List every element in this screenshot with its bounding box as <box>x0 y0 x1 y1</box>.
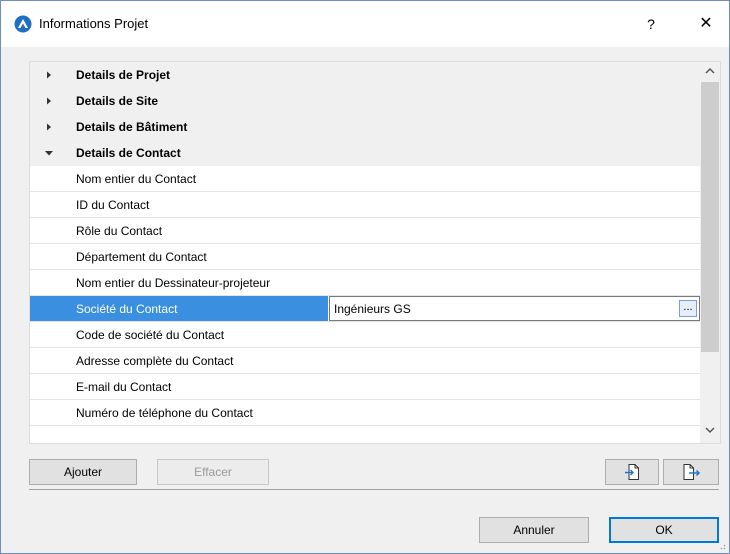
expand-arrow-icon[interactable] <box>44 122 54 132</box>
property-row[interactable]: Rôle du Contact <box>30 218 700 244</box>
scrollbar-thumb[interactable] <box>701 82 719 352</box>
vertical-scrollbar[interactable] <box>700 62 720 443</box>
property-label: Adresse complète du Contact <box>76 354 234 368</box>
resize-grip-icon[interactable] <box>718 542 726 550</box>
property-label: E-mail du Contact <box>76 380 172 394</box>
import-button[interactable] <box>605 459 659 485</box>
property-label: Nom entier du Contact <box>76 172 197 186</box>
expand-arrow-icon[interactable] <box>44 70 54 80</box>
project-info-list: Details de Projet Details de Site Detail… <box>29 61 721 444</box>
property-label: Département du Contact <box>76 250 207 264</box>
archicad-app-icon <box>14 15 32 33</box>
expand-arrow-icon[interactable] <box>44 96 54 106</box>
collapse-arrow-icon[interactable] <box>44 148 54 158</box>
help-button[interactable]: ? <box>637 11 665 37</box>
group-label: Details de Bâtiment <box>76 120 188 134</box>
group-label: Details de Site <box>76 94 159 108</box>
group-row-project[interactable]: Details de Projet <box>30 62 700 88</box>
property-row[interactable]: Département du Contact <box>30 244 700 270</box>
window-title: Informations Projet <box>39 16 149 31</box>
group-row-site[interactable]: Details de Site <box>30 88 700 114</box>
dialog-window: Informations Projet ? ✕ Details de Proje… <box>0 0 730 554</box>
property-row[interactable]: Adresse complète du Contact <box>30 348 700 374</box>
browse-button[interactable]: ... <box>679 300 697 317</box>
property-label: Numéro de téléphone du Contact <box>76 406 253 420</box>
property-label: Code de société du Contact <box>76 328 225 342</box>
property-label: Nom entier du Dessinateur-projeteur <box>76 276 271 290</box>
cancel-button[interactable]: Annuler <box>479 517 589 543</box>
property-row-selected[interactable]: Société du Contact Ingénieurs GS ... <box>30 296 700 322</box>
title-bar: Informations Projet ? ✕ <box>1 1 729 47</box>
group-row-building[interactable]: Details de Bâtiment <box>30 114 700 140</box>
import-file-icon <box>625 464 639 480</box>
separator-line <box>29 489 719 490</box>
property-row[interactable]: ID du Contact <box>30 192 700 218</box>
group-row-contact[interactable]: Details de Contact <box>30 140 700 166</box>
export-button[interactable] <box>663 459 719 485</box>
group-label: Details de Projet <box>76 68 171 82</box>
property-rows: Details de Projet Details de Site Detail… <box>30 62 700 426</box>
property-label: Rôle du Contact <box>76 224 163 238</box>
group-label: Details de Contact <box>76 146 181 160</box>
scroll-down-arrow-icon[interactable] <box>700 423 720 443</box>
ok-button[interactable]: OK <box>609 517 719 543</box>
property-value-field[interactable]: Ingénieurs GS ... <box>329 296 700 321</box>
property-row[interactable]: Nom entier du Contact <box>30 166 700 192</box>
selection-highlight <box>30 296 328 321</box>
property-row[interactable]: E-mail du Contact <box>30 374 700 400</box>
add-button[interactable]: Ajouter <box>29 459 137 485</box>
delete-button[interactable]: Effacer <box>157 459 269 485</box>
property-label: ID du Contact <box>76 198 150 212</box>
property-row[interactable]: Numéro de téléphone du Contact <box>30 400 700 426</box>
dialog-body: Details de Projet Details de Site Detail… <box>1 47 729 553</box>
property-value-text[interactable]: Ingénieurs GS <box>334 302 411 316</box>
scroll-up-arrow-icon[interactable] <box>700 62 720 82</box>
export-file-icon <box>683 464 700 480</box>
close-button[interactable]: ✕ <box>691 11 721 37</box>
property-row[interactable]: Nom entier du Dessinateur-projeteur <box>30 270 700 296</box>
property-label: Société du Contact <box>76 302 178 316</box>
property-row[interactable]: Code de société du Contact <box>30 322 700 348</box>
